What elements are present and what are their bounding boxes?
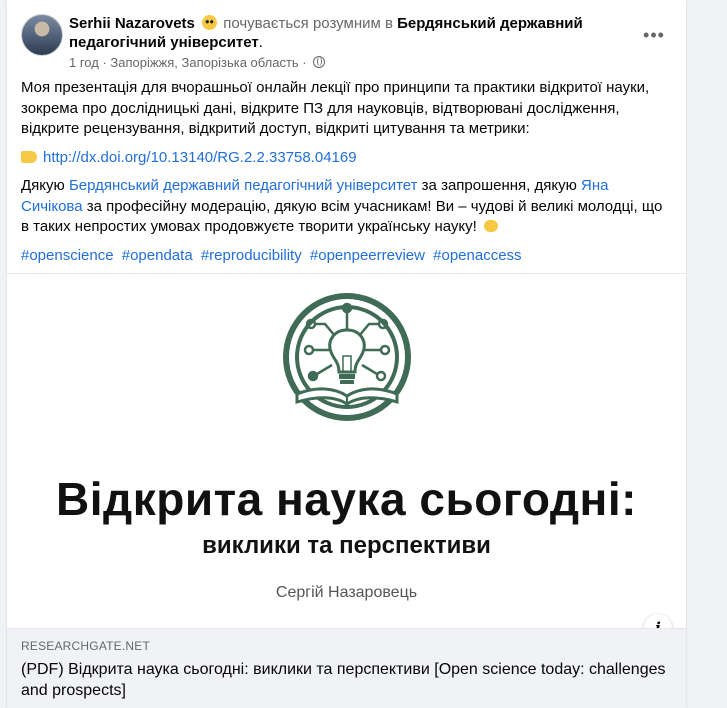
hashtag-link[interactable]: #openscience (21, 247, 114, 264)
hashtag-link[interactable]: #openaccess (433, 247, 521, 264)
more-options-button[interactable]: ••• (636, 20, 672, 56)
heart-hands-emoji-icon (483, 220, 498, 232)
university-mention-link[interactable]: Бердянський державний педагогічний уніве… (69, 177, 418, 194)
nerd-face-emoji-icon (202, 15, 218, 30)
doi-line: http://dx.doi.org/10.13140/RG.2.2.33758.… (21, 148, 674, 169)
post-meta: 1 год · Запоріжжя, Запорізька область · (69, 55, 326, 70)
post-body: Моя презентація для вчорашньої онлайн ле… (21, 78, 674, 274)
avatar[interactable] (21, 14, 63, 56)
link-title[interactable]: (PDF) Відкрита наука сьогодні: виклики т… (21, 659, 666, 701)
post-paragraph-3: Дякую Бердянський державний педагогічний… (21, 176, 674, 238)
doi-link[interactable]: http://dx.doi.org/10.13140/RG.2.2.33758.… (43, 149, 357, 166)
author-name[interactable]: Serhii Nazarovets (69, 15, 195, 32)
post-time[interactable]: 1 год (69, 55, 99, 70)
link-domain: RESEARCHGATE.NET (21, 639, 150, 653)
post-card: Serhii Nazarovets почувається розумним в… (7, 0, 686, 708)
hashtags: #openscience #opendata #reproducibility … (21, 246, 674, 267)
hashtag-link[interactable]: #openpeerreview (310, 247, 425, 264)
post-header: Serhii Nazarovets почувається розумним в… (21, 12, 672, 72)
thanks-text-start: Дякую (21, 177, 69, 194)
hashtag-link[interactable]: #reproducibility (201, 247, 302, 264)
link-footer[interactable]: RESEARCHGATE.NET (PDF) Відкрита наука сь… (7, 628, 686, 708)
hashtag-link[interactable]: #opendata (122, 247, 193, 264)
pointing-hand-emoji-icon (21, 150, 37, 163)
globe-icon[interactable] (313, 56, 326, 68)
page-suffix: . (258, 34, 263, 51)
thanks-text-middle: за запрошення, дякую (417, 177, 582, 194)
post-heading: Serhii Nazarovets почувається розумним в… (69, 14, 622, 52)
feeling-text: почувається розумним в (223, 15, 393, 32)
thanks-text-end: за професійну модерацію, дякую всім учас… (21, 197, 663, 236)
link-preview-image[interactable]: Відкрита наука сьогодні: виклики та перс… (7, 273, 686, 642)
post-location[interactable]: · Запоріжжя, Запорізька область · (102, 55, 306, 70)
preview-subtitle: виклики та перспективи (202, 532, 491, 559)
preview-title: Відкрита наука сьогодні: (56, 473, 637, 525)
preview-author: Сергій Назаровець (275, 584, 418, 601)
post-paragraph-1: Моя презентація для вчорашньої онлайн ле… (21, 79, 650, 137)
open-science-logo-icon (283, 293, 411, 421)
